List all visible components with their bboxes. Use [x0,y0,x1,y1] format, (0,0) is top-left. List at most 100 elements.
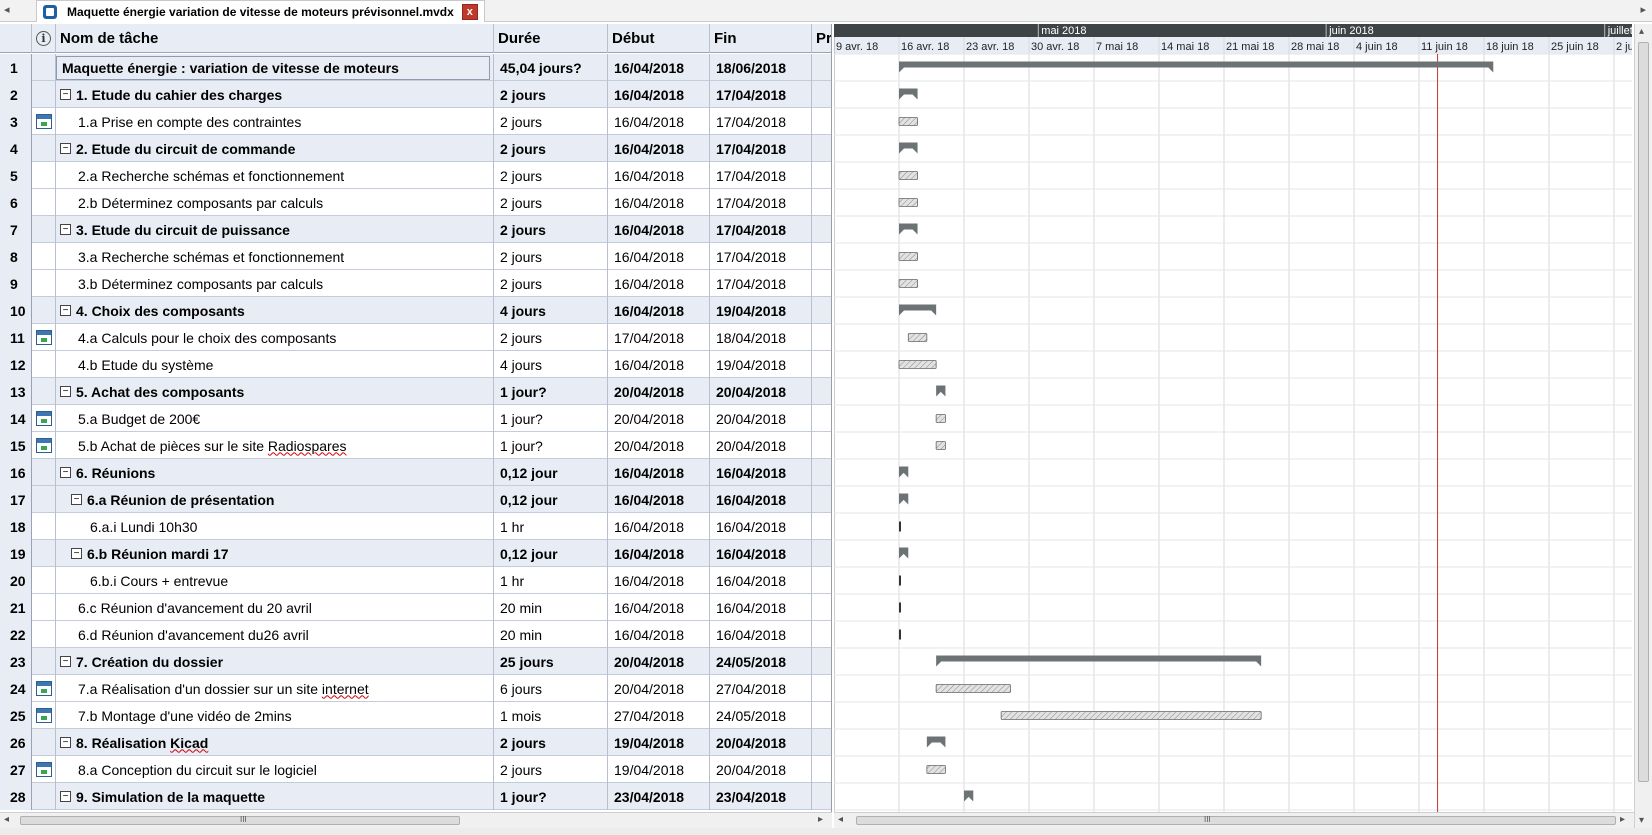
duration-cell[interactable]: 0,12 jour [494,486,608,513]
start-date-cell[interactable]: 16/04/2018 [608,108,710,135]
predecessors-cell[interactable] [812,189,831,216]
collapse-toggle-icon[interactable]: − [60,467,71,478]
collapse-toggle-icon[interactable]: − [71,548,82,559]
end-date-cell[interactable]: 18/06/2018 [710,54,812,81]
duration-cell[interactable]: 2 jours [494,216,608,243]
predecessors-cell[interactable] [812,378,831,405]
task-name-cell[interactable]: −6. Réunions [56,459,494,486]
task-name-cell[interactable]: 4.a Calculs pour le choix des composants [56,324,494,351]
scroll-up-icon[interactable]: ▴ [1639,26,1644,37]
end-date-cell[interactable]: 17/04/2018 [710,135,812,162]
summary-task-row[interactable]: 28−9. Simulation de la maquette 1 jour? 23… [0,783,831,810]
end-date-cell[interactable]: 17/04/2018 [710,81,812,108]
task-name-cell[interactable]: −7. Création du dossier [56,648,494,675]
task-row[interactable]: 3 1.a Prise en compte des contraintes 2 jo… [0,108,831,135]
task-row[interactable]: 9 3.b Déterminez composants par calculs 2 … [0,270,831,297]
duration-cell[interactable]: 20 min [494,594,608,621]
task-row[interactable]: 15 5.b Achat de pièces sur le site Radios… [0,432,831,459]
start-date-cell[interactable]: 16/04/2018 [608,486,710,513]
row-number[interactable]: 22 [0,621,32,648]
task-row[interactable]: 18 6.a.i Lundi 10h30 1 hr 16/04/2018 16/04/2… [0,513,831,540]
end-date-cell[interactable]: 20/04/2018 [710,432,812,459]
predecessors-cell[interactable] [812,297,831,324]
scroll-down-icon[interactable]: ▾ [1639,815,1644,826]
start-date-cell[interactable]: 16/04/2018 [608,567,710,594]
row-number[interactable]: 7 [0,216,32,243]
table-horizontal-scrollbar[interactable]: ◂ III ▸ [0,812,832,828]
summary-task-row[interactable]: 17−6.a Réunion de présentation 0,12 jour 1… [0,486,831,513]
row-number[interactable]: 14 [0,405,32,432]
row-number[interactable]: 5 [0,162,32,189]
collapse-toggle-icon[interactable]: − [60,143,71,154]
task-name-cell[interactable]: 7.b Montage d'une vidéo de 2mins [56,702,494,729]
duration-cell[interactable]: 1 hr [494,567,608,594]
task-row[interactable]: 22 6.d Réunion d'avancement du26 avril 20 … [0,621,831,648]
task-name-cell[interactable]: −8. Réalisation Kicad [56,729,494,756]
duration-cell[interactable]: 2 jours [494,324,608,351]
header-indicators[interactable]: i [32,24,56,53]
row-number[interactable]: 16 [0,459,32,486]
end-date-cell[interactable]: 27/04/2018 [710,675,812,702]
duration-cell[interactable]: 1 jour? [494,783,608,810]
predecessors-cell[interactable] [812,324,831,351]
row-number[interactable]: 11 [0,324,32,351]
summary-task-row[interactable]: 4 −2. Etude du circuit de commande 2 jours… [0,135,831,162]
row-number[interactable]: 2 [0,81,32,108]
collapse-toggle-icon[interactable]: − [60,224,71,235]
row-number[interactable]: 27 [0,756,32,783]
predecessors-cell[interactable] [812,540,831,567]
collapse-toggle-icon[interactable]: − [60,656,71,667]
task-name-cell[interactable]: −1. Etude du cahier des charges [56,81,494,108]
end-date-cell[interactable]: 16/04/2018 [710,594,812,621]
task-name-cell[interactable]: 2.a Recherche schémas et fonctionnement [56,162,494,189]
predecessors-cell[interactable] [812,54,831,81]
start-date-cell[interactable]: 16/04/2018 [608,216,710,243]
start-date-cell[interactable]: 16/04/2018 [608,594,710,621]
duration-cell[interactable]: 2 jours [494,135,608,162]
end-date-cell[interactable]: 18/04/2018 [710,324,812,351]
task-name-cell[interactable]: 6.c Réunion d'avancement du 20 avril [56,594,494,621]
predecessors-cell[interactable] [812,621,831,648]
gantt-vertical-scrollbar[interactable]: ▴ ▾ [1634,24,1652,828]
task-name-cell[interactable]: 6.d Réunion d'avancement du26 avril [56,621,494,648]
duration-cell[interactable]: 6 jours [494,675,608,702]
summary-task-row[interactable]: 7−3. Etude du circuit de puissance 2 jour… [0,216,831,243]
summary-task-row[interactable]: 26−8. Réalisation Kicad 2 jours 19/04/2018… [0,729,831,756]
collapse-toggle-icon[interactable]: − [71,494,82,505]
row-number[interactable]: 25 [0,702,32,729]
end-date-cell[interactable]: 24/05/2018 [710,702,812,729]
duration-cell[interactable]: 25 jours [494,648,608,675]
task-row[interactable]: 21 6.c Réunion d'avancement du 20 avril 20… [0,594,831,621]
task-name-cell[interactable]: −6.a Réunion de présentation [56,486,494,513]
task-name-cell[interactable]: Maquette énergie : variation de vitesse … [56,54,494,81]
task-row[interactable]: 24 7.a Réalisation d'un dossier sur un si… [0,675,831,702]
start-date-cell[interactable]: 20/04/2018 [608,432,710,459]
task-name-cell[interactable]: −2. Etude du circuit de commande [56,135,494,162]
end-date-cell[interactable]: 16/04/2018 [710,621,812,648]
start-date-cell[interactable]: 16/04/2018 [608,243,710,270]
duration-cell[interactable]: 2 jours [494,81,608,108]
predecessors-cell[interactable] [812,243,831,270]
row-number[interactable]: 28 [0,783,32,810]
task-name-cell[interactable]: 6.b.i Cours + entrevue [56,567,494,594]
summary-task-row[interactable]: 19−6.b Réunion mardi 17 0,12 jour 16/04/20… [0,540,831,567]
start-date-cell[interactable]: 17/04/2018 [608,324,710,351]
scroll-right-icon[interactable]: ▸ [818,814,823,825]
end-date-cell[interactable]: 16/04/2018 [710,459,812,486]
row-number[interactable]: 4 [0,135,32,162]
row-number[interactable]: 23 [0,648,32,675]
collapse-toggle-icon[interactable]: − [60,305,71,316]
start-date-cell[interactable]: 16/04/2018 [608,135,710,162]
task-name-cell[interactable]: 8.a Conception du circuit sur le logicie… [56,756,494,783]
header-duration[interactable]: Durée [494,24,608,53]
header-row-number[interactable] [0,24,32,53]
task-name-cell[interactable]: 3.b Déterminez composants par calculs [56,270,494,297]
start-date-cell[interactable]: 23/04/2018 [608,783,710,810]
predecessors-cell[interactable] [812,108,831,135]
header-end[interactable]: Fin [710,24,812,53]
end-date-cell[interactable]: 17/04/2018 [710,162,812,189]
task-row[interactable]: 25 7.b Montage d'une vidéo de 2mins 1 mois… [0,702,831,729]
start-date-cell[interactable]: 16/04/2018 [608,297,710,324]
row-number[interactable]: 26 [0,729,32,756]
predecessors-cell[interactable] [812,702,831,729]
